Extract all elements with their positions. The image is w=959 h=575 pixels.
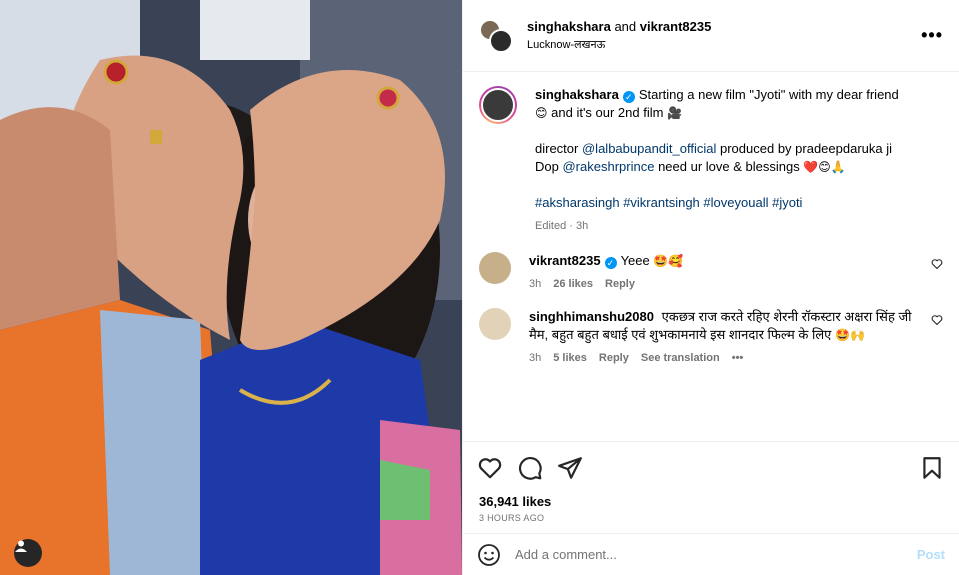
comment-time: 3h bbox=[529, 352, 542, 364]
share-send-icon[interactable] bbox=[557, 455, 583, 481]
avatar bbox=[489, 28, 513, 53]
more-options-button[interactable]: ••• bbox=[921, 25, 943, 46]
dop-mention-link[interactable]: @rakeshrprince bbox=[562, 159, 654, 174]
comment-bubble-icon[interactable] bbox=[517, 455, 543, 481]
verified-badge-icon: ✓ bbox=[604, 257, 617, 269]
collab-names: singhakshara and vikrant8235 bbox=[527, 18, 921, 35]
caption-dop-suffix: need ur love & blessings bbox=[658, 159, 800, 174]
comment-avatar[interactable] bbox=[479, 308, 511, 340]
header-and-text: and bbox=[614, 19, 637, 34]
comment-likes-link[interactable]: 5 likes bbox=[553, 352, 587, 364]
hashtag-link[interactable]: #loveyouall bbox=[703, 195, 768, 210]
comment-reply-button[interactable]: Reply bbox=[599, 352, 629, 364]
comment-reply-button[interactable]: Reply bbox=[605, 278, 635, 290]
comment-username[interactable]: vikrant8235 bbox=[529, 253, 601, 268]
caption-emoji-1: 😊 bbox=[535, 106, 548, 120]
comment-avatar[interactable] bbox=[479, 252, 511, 284]
comment-item: vikrant8235 ✓ Yeee 🤩🥰 3h 26 likes Reply bbox=[479, 252, 943, 290]
hashtags: #aksharasingh #vikrantsingh #loveyouall … bbox=[535, 194, 915, 212]
hashtag-link[interactable]: #vikrantsingh bbox=[623, 195, 700, 210]
director-mention-link[interactable]: @lalbabupandit_official bbox=[582, 141, 716, 156]
user-tag-button[interactable] bbox=[14, 539, 42, 567]
post-photo-illustration bbox=[0, 0, 462, 575]
user-icon bbox=[15, 540, 27, 552]
post-header: singhakshara and vikrant8235 Lucknow-लखन… bbox=[463, 0, 959, 72]
caption-director-prefix: director bbox=[535, 141, 579, 156]
see-translation-button[interactable]: See translation bbox=[641, 352, 720, 364]
caption-emoji-3: ❤️😊🙏 bbox=[803, 160, 846, 174]
post-comment-button[interactable]: Post bbox=[917, 547, 945, 562]
caption-produced: produced by pradeepdaruka ji bbox=[720, 141, 893, 156]
comment-likes-link[interactable]: 26 likes bbox=[553, 278, 593, 290]
save-bookmark-icon[interactable] bbox=[919, 455, 945, 481]
comments-list: singhakshara ✓ Starting a new film "Jyoti"… bbox=[463, 72, 959, 441]
caption-username[interactable]: singhakshara bbox=[535, 87, 619, 102]
collab-avatars[interactable] bbox=[479, 18, 513, 53]
caption-line1: Starting a new film "Jyoti" with my dear… bbox=[638, 87, 899, 102]
comment-time: 3h bbox=[529, 278, 542, 290]
location-link[interactable]: Lucknow-लखनऊ bbox=[527, 37, 921, 53]
comment-item: singhhimanshu2080 एकछत्र राज करते रहिए श… bbox=[479, 308, 943, 364]
caption-line1b: and it's our 2nd film bbox=[551, 105, 664, 120]
post-timestamp: 3 HOURS AGO bbox=[479, 513, 545, 523]
comment-like-heart-icon[interactable] bbox=[931, 258, 943, 270]
header-username-2[interactable]: vikrant8235 bbox=[640, 19, 712, 34]
header-username-1[interactable]: singhakshara bbox=[527, 19, 611, 34]
hashtag-link[interactable]: #jyoti bbox=[772, 195, 802, 210]
like-heart-icon[interactable] bbox=[477, 455, 503, 481]
caption-edited-time: Edited · 3h bbox=[535, 220, 589, 232]
post-side-panel: singhakshara and vikrant8235 Lucknow-लखन… bbox=[462, 0, 959, 575]
emoji-picker-icon[interactable] bbox=[477, 543, 501, 567]
comment-username[interactable]: singhhimanshu2080 bbox=[529, 309, 654, 324]
comment-emoji: 🤩🙌 bbox=[835, 328, 865, 342]
comment-like-heart-icon[interactable] bbox=[931, 314, 943, 326]
post-image[interactable] bbox=[0, 0, 462, 575]
comment-text: Yeee bbox=[620, 253, 650, 268]
caption: singhakshara ✓ Starting a new film "Jyoti"… bbox=[479, 86, 943, 232]
caption-dop-prefix: Dop bbox=[535, 159, 559, 174]
likes-count[interactable]: 36,941 likes bbox=[463, 493, 959, 511]
comment-emoji: 🤩🥰 bbox=[653, 254, 684, 268]
hashtag-link[interactable]: #aksharasingh bbox=[535, 195, 620, 210]
verified-badge-icon: ✓ bbox=[622, 91, 635, 103]
comment-more-options-button[interactable]: ••• bbox=[732, 352, 744, 364]
comment-input[interactable] bbox=[515, 547, 917, 562]
caption-emoji-2: 🎥 bbox=[667, 106, 683, 120]
add-comment-bar: Post bbox=[463, 533, 959, 575]
post-actions-bar bbox=[463, 441, 959, 493]
caption-avatar[interactable] bbox=[479, 86, 517, 124]
